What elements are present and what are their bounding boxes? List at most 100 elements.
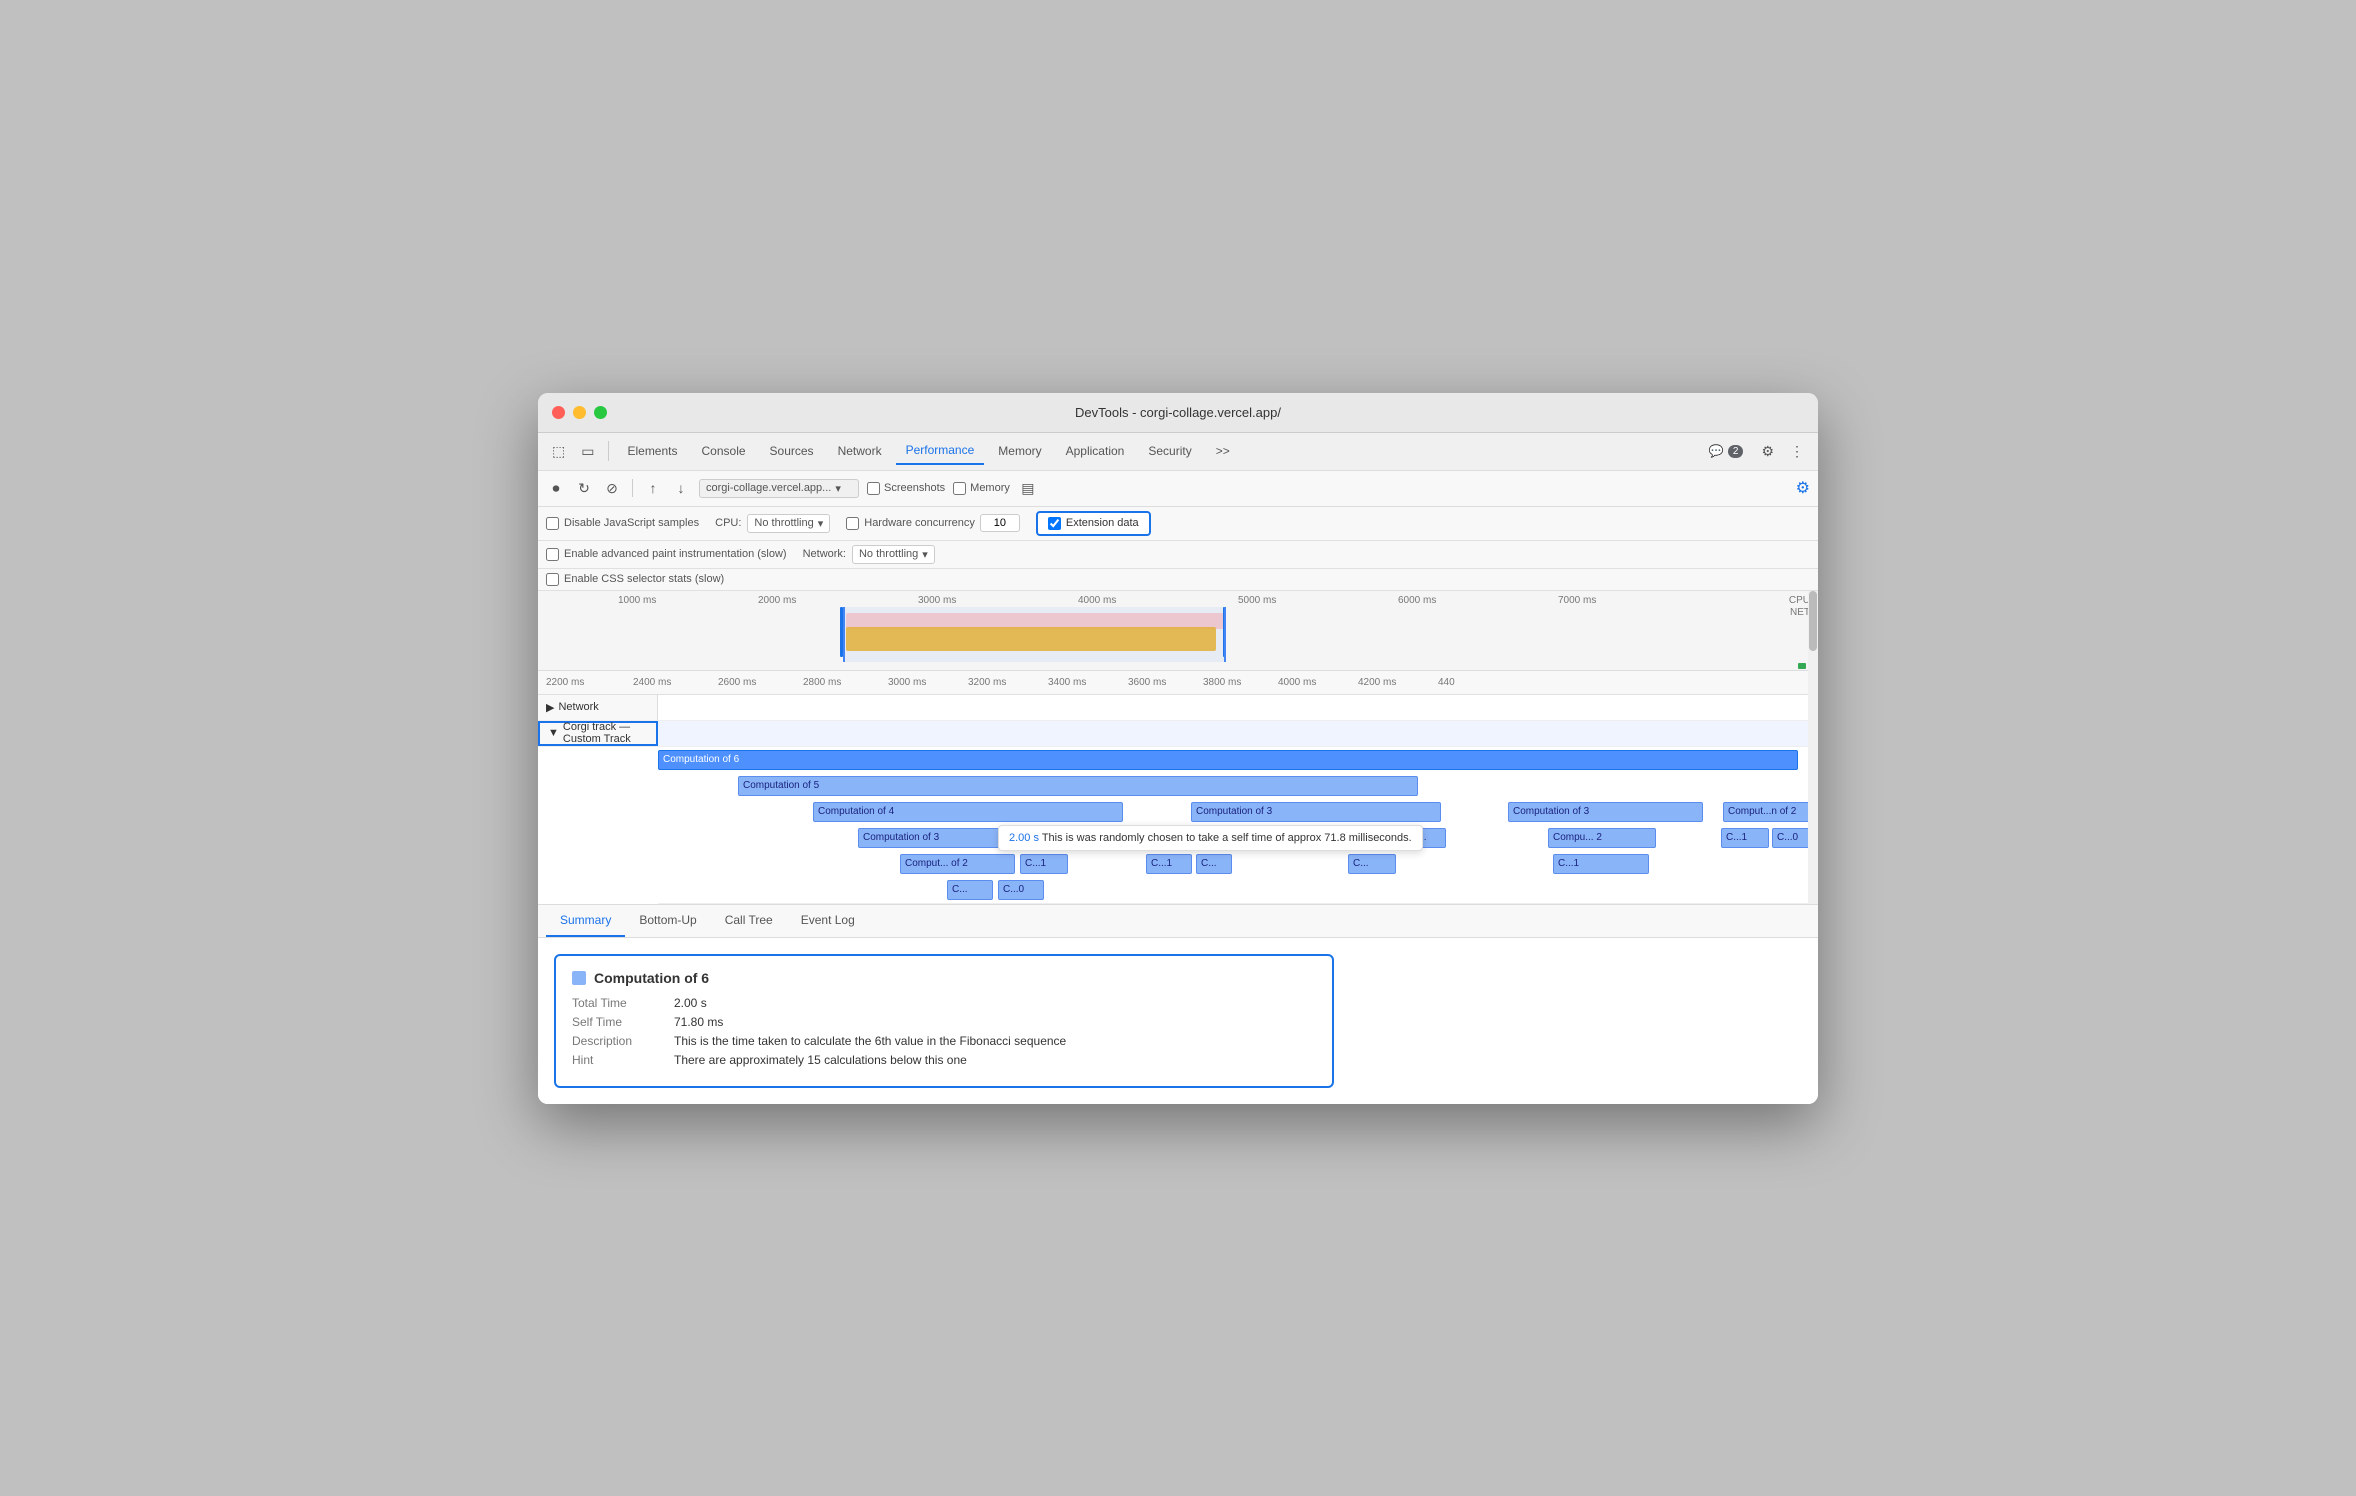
flame-bar-comp4[interactable]: Computation of 4 [813, 802, 1123, 822]
tab-network[interactable]: Network [828, 438, 892, 464]
enable-css-option[interactable]: Enable CSS selector stats (slow) [546, 573, 724, 586]
tab-call-tree[interactable]: Call Tree [711, 905, 787, 937]
tab-security[interactable]: Security [1138, 438, 1201, 464]
inspect-icon[interactable]: ⬚ [546, 439, 571, 464]
download-icon[interactable]: ↓ [671, 478, 691, 498]
minimize-button[interactable] [573, 406, 586, 419]
network-throttle-dropdown[interactable]: No throttling ▾ [852, 545, 935, 564]
tab-summary[interactable]: Summary [546, 905, 625, 937]
dtm-3200: 3200 ms [968, 677, 1006, 688]
flame-bar-comp2d[interactable]: Compu... 2 [1548, 828, 1656, 848]
enable-paint-option[interactable]: Enable advanced paint instrumentation (s… [546, 548, 787, 561]
flame-bar-c6[interactable]: C... [1196, 854, 1232, 874]
flame-bar-c5[interactable]: C...1 [1146, 854, 1192, 874]
maximize-button[interactable] [594, 406, 607, 419]
tab-more[interactable]: >> [1206, 438, 1240, 464]
options-row-3: Enable CSS selector stats (slow) [538, 569, 1818, 591]
timeline-scrollbar[interactable] [1808, 591, 1818, 904]
tab-bottom-up[interactable]: Bottom-Up [625, 905, 710, 937]
flame-tooltip: 2.00 s This is was randomly chosen to ta… [998, 825, 1423, 851]
hw-concurrency-input[interactable] [980, 514, 1020, 532]
settings-blue-icon[interactable]: ⚙ [1796, 478, 1810, 498]
extension-data-button[interactable]: Extension data [1036, 511, 1151, 536]
flame-bar-c2[interactable]: C...1 [1721, 828, 1769, 848]
detail-ruler: 2200 ms 2400 ms 2600 ms 2800 ms 3000 ms … [538, 671, 1818, 695]
dtm-3000: 3000 ms [888, 677, 926, 688]
custom-expand-icon: ▼ [548, 727, 559, 739]
summary-panel: Computation of 6 Total Time 2.00 s Self … [538, 938, 1818, 1104]
bottom-tabs: Summary Bottom-Up Call Tree Event Log [538, 905, 1818, 938]
upload-icon[interactable]: ↑ [643, 478, 663, 498]
tab-console[interactable]: Console [692, 438, 756, 464]
tab-application[interactable]: Application [1056, 438, 1135, 464]
tab-sources[interactable]: Sources [760, 438, 824, 464]
timeline-overview[interactable]: 1000 ms 2000 ms 3000 ms 4000 ms 5000 ms … [538, 591, 1818, 671]
dtm-2200: 2200 ms [546, 677, 584, 688]
screenshots-checkbox-group[interactable]: Screenshots [867, 482, 945, 495]
tab-elements[interactable]: Elements [617, 438, 687, 464]
toolbar-sep-1 [632, 479, 633, 497]
flame-bar-comp6[interactable]: Computation of 6 [658, 750, 1798, 770]
chat-icon: 💬 [1709, 444, 1724, 458]
tab-memory[interactable]: Memory [988, 438, 1051, 464]
flame-bar-c8[interactable]: C...1 [1553, 854, 1649, 874]
hw-concurrency-option[interactable]: Hardware concurrency [846, 514, 1020, 532]
time-mark-2: 2000 ms [758, 595, 796, 606]
flame-bar-comp2a[interactable]: Comput...n of 2 [1723, 802, 1818, 822]
screenshots-checkbox[interactable] [867, 482, 880, 495]
settings-icon[interactable]: ⚙ [1755, 439, 1780, 464]
flame-bar-comp2e[interactable]: Comput... of 2 [900, 854, 1015, 874]
nav-separator [608, 441, 609, 461]
cpu-throttle-arrow: ▾ [818, 517, 824, 530]
dtm-3400: 3400 ms [1048, 677, 1086, 688]
device-icon[interactable]: ▭ [575, 439, 600, 464]
stop-icon[interactable]: ⊘ [602, 478, 622, 498]
self-time-label: Self Time [572, 1015, 662, 1029]
toolbar: ⏺ ↻ ⊘ ↑ ↓ corgi-collage.vercel.app... ▾ … [538, 471, 1818, 507]
tab-performance[interactable]: Performance [896, 437, 985, 465]
cpu-throttle-dropdown[interactable]: No throttling ▾ [747, 514, 830, 533]
nav-bar: ⬚ ▭ Elements Console Sources Network Per… [538, 433, 1818, 471]
memory-label: Memory [970, 482, 1010, 494]
flame-bar-c7[interactable]: C... [1348, 854, 1396, 874]
network-label: Network: [803, 548, 846, 560]
memory-icon[interactable]: ▤ [1018, 478, 1038, 498]
enable-paint-label: Enable advanced paint instrumentation (s… [564, 548, 787, 560]
disable-js-option[interactable]: Disable JavaScript samples [546, 517, 699, 530]
memory-checkbox-group[interactable]: Memory [953, 482, 1010, 495]
time-mark-5: 5000 ms [1238, 595, 1276, 606]
custom-track-label[interactable]: ▼ Corgi track — Custom Track [538, 721, 658, 746]
dtm-4000: 4000 ms [1278, 677, 1316, 688]
flame-bar-comp5[interactable]: Computation of 5 [738, 776, 1418, 796]
network-label: Network [558, 701, 598, 713]
dtm-4200: 4200 ms [1358, 677, 1396, 688]
tab-event-log[interactable]: Event Log [787, 905, 869, 937]
devtools-body: ⬚ ▭ Elements Console Sources Network Per… [538, 433, 1818, 1104]
window-title: DevTools - corgi-collage.vercel.app/ [1075, 405, 1281, 420]
summary-icon [572, 971, 586, 985]
close-button[interactable] [552, 406, 565, 419]
flame-bar-comp3a[interactable]: Computation of 3 [1191, 802, 1441, 822]
more-icon[interactable]: ⋮ [1784, 439, 1810, 464]
memory-checkbox[interactable] [953, 482, 966, 495]
extension-data-checkbox[interactable] [1048, 517, 1061, 530]
flame-bar-comp3b[interactable]: Computation of 3 [1508, 802, 1703, 822]
flame-bar-c9[interactable]: C... [947, 880, 993, 900]
hw-concurrency-checkbox[interactable] [846, 517, 859, 530]
disable-js-checkbox[interactable] [546, 517, 559, 530]
network-expand-icon: ▶ [546, 701, 554, 714]
dtm-2400: 2400 ms [633, 677, 671, 688]
desc-label: Description [572, 1034, 662, 1048]
url-dropdown[interactable]: corgi-collage.vercel.app... ▾ [699, 479, 859, 498]
flame-bar-c10[interactable]: C...0 [998, 880, 1044, 900]
record-icon[interactable]: ⏺ [546, 478, 566, 498]
chat-badge[interactable]: 💬 2 [1701, 440, 1752, 462]
hint-label: Hint [572, 1053, 662, 1067]
flame-bar-c4[interactable]: C...1 [1020, 854, 1068, 874]
enable-css-checkbox[interactable] [546, 573, 559, 586]
enable-paint-checkbox[interactable] [546, 548, 559, 561]
network-track-label[interactable]: ▶ Network [538, 695, 658, 720]
refresh-icon[interactable]: ↻ [574, 478, 594, 498]
flamechart-area: Computation of 6 Computation of 5 2.00 s… [658, 747, 1818, 904]
dtm-2600: 2600 ms [718, 677, 756, 688]
